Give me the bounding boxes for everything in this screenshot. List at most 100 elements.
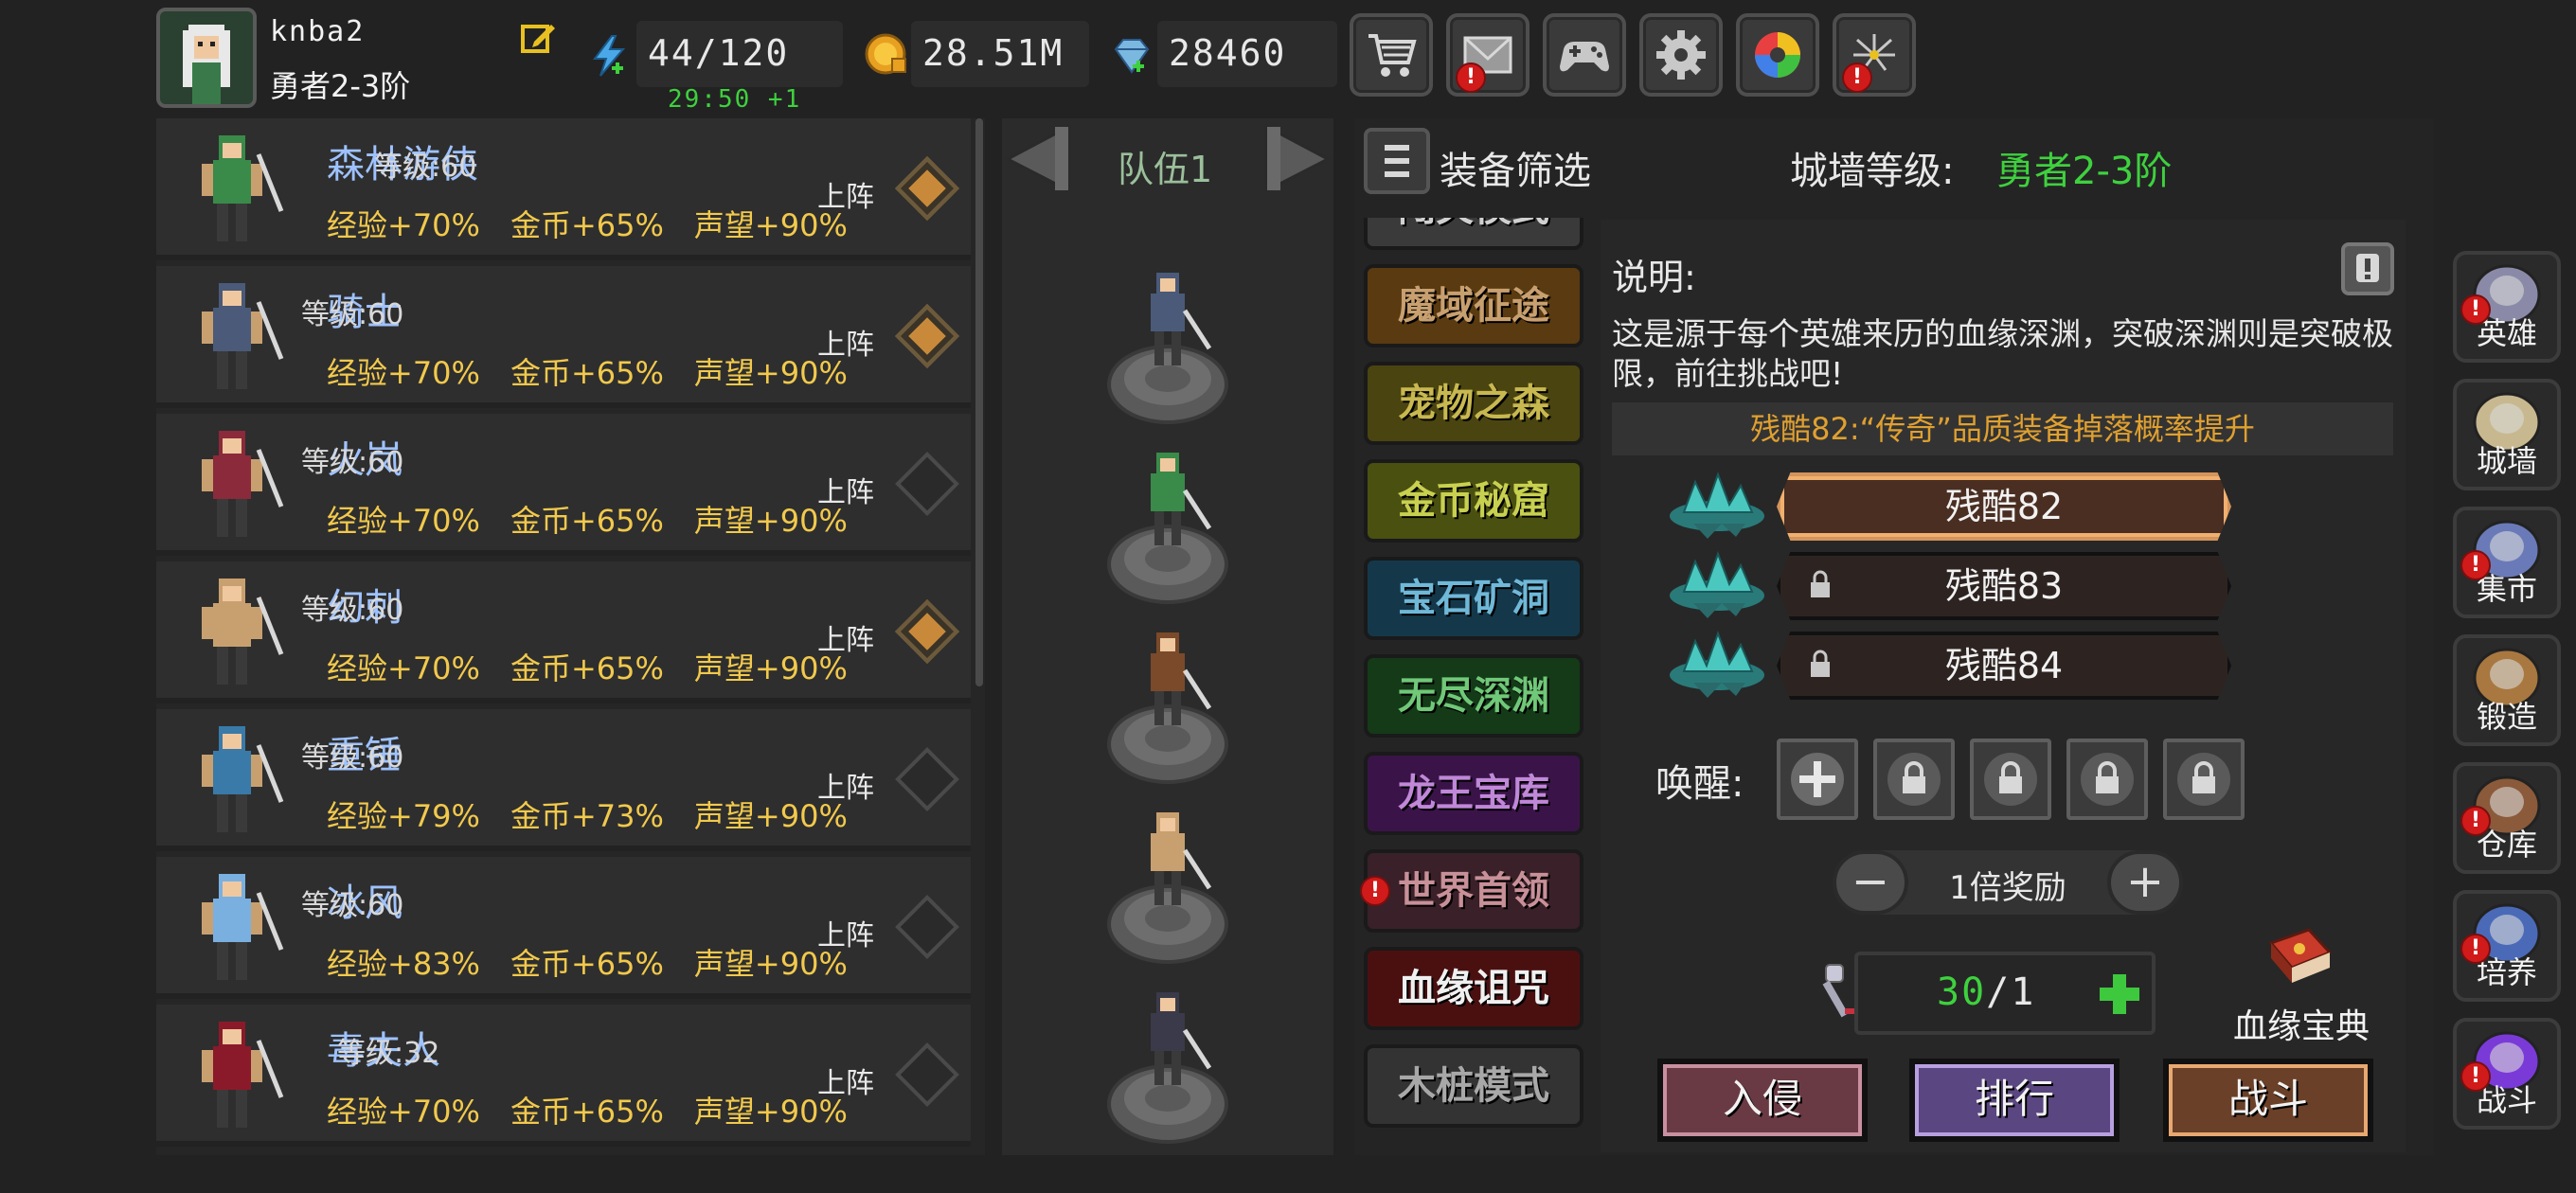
equipment-filter-button[interactable]	[1364, 128, 1430, 194]
hero-stats: 经验+70% 金币+65% 声望+90%	[327, 645, 878, 688]
description-title: 说明:	[1612, 257, 1696, 298]
ticket-count: 30/1	[1937, 970, 2036, 1014]
deploy-slot[interactable]	[895, 156, 959, 221]
deploy-label[interactable]: 上阵	[817, 764, 874, 806]
action-button[interactable]: 战斗	[2163, 1059, 2373, 1142]
awaken-locked-slot[interactable]	[2066, 739, 2148, 820]
team-member[interactable]	[1103, 434, 1231, 614]
mode-button[interactable]: 无尽深渊	[1364, 654, 1583, 738]
hero-exp: 经验+70%	[327, 1094, 480, 1130]
mode-button[interactable]: 闯关模式	[1364, 218, 1583, 250]
mode-button[interactable]: 金币秘窟	[1364, 459, 1583, 543]
deploy-slot[interactable]	[895, 452, 959, 516]
gear-icon	[1656, 30, 1706, 80]
deploy-slot[interactable]	[895, 747, 959, 811]
side-menu-button[interactable]: 培养 !	[2453, 890, 2561, 1002]
gamepad-button[interactable]	[1543, 13, 1626, 97]
awaken-add-slot[interactable]	[1777, 739, 1858, 820]
gacha-button[interactable]	[1736, 13, 1819, 97]
awaken-locked-slot[interactable]	[1873, 739, 1955, 820]
deploy-slot[interactable]	[895, 895, 959, 959]
hero-row[interactable]: 重锤 等级:60 经验+79% 金币+73% 声望+90% 上阵	[156, 709, 971, 851]
hero-row[interactable]: 森林游侠 等级:60 经验+70% 金币+65% 声望+90% 上阵	[156, 118, 971, 260]
hero-level: 等级:60	[301, 298, 404, 331]
gold-value: 28.51M	[922, 32, 1064, 74]
lock-icon	[2177, 753, 2230, 806]
add-ticket-button[interactable]	[2096, 970, 2143, 1018]
bloodline-codex-label[interactable]: 血缘宝典	[2233, 999, 2370, 1048]
deploy-label[interactable]: 上阵	[817, 469, 874, 510]
hero-stats: 经验+83% 金币+65% 声望+90%	[327, 940, 878, 984]
hero-list-scrollbar[interactable]	[975, 118, 983, 686]
difficulty-row[interactable]: 残酷82	[1665, 469, 2233, 543]
mode-button[interactable]: 宝石矿洞	[1364, 557, 1583, 640]
deploy-label[interactable]: 上阵	[817, 1059, 874, 1101]
team-member[interactable]	[1103, 793, 1231, 973]
fireworks-button[interactable]: !	[1833, 13, 1916, 97]
deploy-slot[interactable]	[895, 304, 959, 368]
deploy-label[interactable]: 上阵	[817, 321, 874, 363]
alert-icon: !	[2460, 806, 2491, 836]
hero-exp: 经验+70%	[327, 503, 480, 539]
team-member[interactable]	[1103, 614, 1231, 793]
hero-gold: 金币+65%	[510, 946, 664, 982]
difficulty-button[interactable]: 残酷82	[1777, 472, 2231, 541]
team-member[interactable]	[1103, 973, 1231, 1153]
hero-row[interactable]: 骑士 等级:60 经验+70% 金币+65% 声望+90% 上阵	[156, 266, 971, 408]
deploy-label[interactable]: 上阵	[817, 912, 874, 953]
side-menu-button[interactable]: 锻造	[2453, 634, 2561, 746]
hero-row[interactable]: 冰风 等级:60 经验+83% 金币+65% 声望+90% 上阵	[156, 857, 971, 999]
hero-sprite	[202, 135, 284, 241]
exclamation-icon	[2356, 254, 2379, 282]
player-avatar[interactable]	[156, 8, 257, 108]
bloodline-codex-icon[interactable]	[2262, 924, 2337, 1000]
mail-button[interactable]: !	[1446, 13, 1530, 97]
mode-button[interactable]: 龙王宝库	[1364, 752, 1583, 835]
deploy-label[interactable]: 上阵	[817, 616, 874, 658]
info-icon[interactable]	[2341, 242, 2394, 295]
mode-button[interactable]: 血缘诅咒	[1364, 947, 1583, 1030]
plus-icon	[1791, 753, 1844, 806]
cart-icon	[1368, 34, 1417, 77]
gold-box: 28.51M	[911, 21, 1089, 87]
awaken-locked-slot[interactable]	[2163, 739, 2245, 820]
side-menu-button[interactable]: 集市 !	[2453, 507, 2561, 618]
team-member[interactable]	[1103, 254, 1231, 434]
side-menu-button[interactable]: 战斗 !	[2453, 1018, 2561, 1130]
hero-gold: 金币+65%	[510, 1094, 664, 1130]
energy-value: 44/120	[648, 32, 790, 74]
hero-row[interactable]: 毒夫人 等级:32 经验+70% 金币+65% 声望+90% 上阵	[156, 1005, 971, 1147]
action-button[interactable]: 排行	[1909, 1059, 2120, 1142]
hero-row[interactable]: 幻刺 等级:60 经验+70% 金币+65% 声望+90% 上阵	[156, 561, 971, 703]
side-menu-button[interactable]: 仓库 !	[2453, 762, 2561, 874]
side-menu-button[interactable]: 城墙	[2453, 379, 2561, 490]
shop-button[interactable]	[1350, 13, 1433, 97]
multiplier-plus-button[interactable]: +	[2107, 850, 2183, 915]
awaken-locked-slot[interactable]	[1970, 739, 2051, 820]
deploy-slot[interactable]	[895, 599, 959, 664]
deploy-label[interactable]: 上阵	[817, 173, 874, 215]
mode-button[interactable]: 木桩模式	[1364, 1044, 1583, 1128]
settings-button[interactable]	[1639, 13, 1723, 97]
difficulty-button[interactable]: 残酷83	[1777, 552, 2231, 620]
difficulty-button[interactable]: 残酷84	[1777, 632, 2231, 700]
action-button[interactable]: 入侵	[1657, 1059, 1868, 1142]
edit-icon[interactable]	[519, 19, 557, 57]
hero-exp: 经验+83%	[327, 946, 480, 982]
crystal-island-icon	[1670, 551, 1764, 618]
hero-level: 等级:60	[301, 446, 404, 479]
side-menu-button[interactable]: 英雄 !	[2453, 251, 2561, 363]
mode-button[interactable]: 世界首领	[1364, 849, 1583, 933]
difficulty-row[interactable]: 残酷83	[1665, 548, 2233, 622]
multiplier-minus-button[interactable]: −	[1833, 850, 1908, 915]
prev-team-button[interactable]	[1002, 123, 1078, 194]
next-team-button[interactable]	[1258, 123, 1333, 194]
difficulty-row[interactable]: 残酷84	[1665, 628, 2233, 702]
hero-row[interactable]: 火岚 等级:60 经验+70% 金币+65% 声望+90% 上阵	[156, 414, 971, 556]
mode-button[interactable]: 宠物之森	[1364, 362, 1583, 445]
mode-button[interactable]: 魔域征途	[1364, 264, 1583, 347]
deploy-slot[interactable]	[895, 1042, 959, 1107]
wall-level-value: 勇者2-3阶	[1996, 150, 2173, 193]
hero-level: 等级:60	[301, 741, 404, 775]
equipment-filter-label: 装备筛选	[1440, 150, 1591, 193]
